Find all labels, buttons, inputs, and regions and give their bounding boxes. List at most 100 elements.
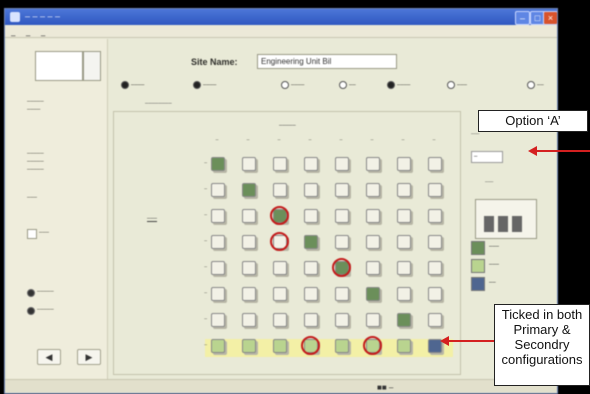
config-checkbox[interactable] [428, 235, 442, 249]
config-checkbox[interactable] [366, 183, 380, 197]
title-bar: – – – – – – □ × [5, 9, 557, 25]
radio-option[interactable] [27, 307, 35, 315]
config-checkbox[interactable] [428, 157, 442, 171]
group-label: ––– [147, 216, 158, 222]
preview-box [475, 199, 537, 239]
close-icon[interactable]: × [543, 11, 557, 25]
legend-secondary-swatch [471, 259, 485, 273]
left-panel-line: ––– [39, 230, 50, 236]
config-checkbox[interactable] [211, 235, 225, 249]
config-checkbox[interactable] [211, 313, 225, 327]
both-ticked-arrowhead [440, 336, 449, 346]
forward-button[interactable]: ▶ [77, 349, 101, 365]
config-checkbox[interactable] [242, 183, 256, 197]
list-box[interactable] [35, 51, 83, 81]
scroll-box[interactable] [83, 51, 101, 81]
config-checkbox[interactable] [211, 339, 225, 353]
config-checkbox[interactable] [366, 313, 380, 327]
config-checkbox[interactable] [428, 261, 442, 275]
config-checkbox[interactable] [397, 261, 411, 275]
column-label: – [339, 137, 343, 143]
mode-radio[interactable]: –––– [387, 81, 410, 89]
config-checkbox[interactable] [397, 209, 411, 223]
minimize-icon[interactable]: – [515, 11, 530, 25]
config-checkbox[interactable] [273, 287, 287, 301]
config-checkbox[interactable] [335, 209, 349, 223]
config-checkbox[interactable] [211, 261, 225, 275]
config-checkbox[interactable] [273, 339, 287, 353]
config-checkbox[interactable] [242, 339, 256, 353]
config-checkbox[interactable] [428, 209, 442, 223]
config-checkbox[interactable] [211, 287, 225, 301]
mode-radio[interactable]: –– [527, 81, 544, 89]
row-label: – [204, 238, 207, 244]
config-checkbox[interactable] [304, 287, 318, 301]
checkbox[interactable] [27, 229, 37, 239]
config-checkbox[interactable] [428, 313, 442, 327]
config-checkbox[interactable] [366, 261, 380, 275]
config-checkbox[interactable] [304, 209, 318, 223]
config-checkbox[interactable] [273, 261, 287, 275]
config-checkbox[interactable] [304, 313, 318, 327]
site-name-field[interactable]: Engineering Unit Bil [257, 54, 397, 69]
config-checkbox[interactable] [242, 287, 256, 301]
window-title: – – – – – [25, 11, 61, 21]
config-checkbox[interactable] [335, 157, 349, 171]
config-checkbox[interactable] [211, 183, 225, 197]
callout-line: Ticked in both [501, 307, 583, 322]
config-checkbox[interactable] [273, 183, 287, 197]
callout-line: Primary & [513, 322, 571, 337]
config-checkbox[interactable] [335, 339, 349, 353]
config-checkbox[interactable] [304, 261, 318, 275]
config-checkbox[interactable] [397, 183, 411, 197]
config-checkbox[interactable] [211, 209, 225, 223]
config-checkbox[interactable] [366, 157, 380, 171]
column-label: – [370, 137, 374, 143]
app-icon [10, 12, 20, 22]
config-checkbox[interactable] [366, 209, 380, 223]
config-checkbox[interactable] [366, 287, 380, 301]
mode-radio[interactable]: –––– [193, 81, 216, 89]
config-checkbox[interactable] [304, 235, 318, 249]
config-checkbox[interactable] [335, 287, 349, 301]
mode-radio[interactable]: –––– [281, 81, 304, 89]
config-checkbox[interactable] [242, 235, 256, 249]
config-checkbox[interactable] [397, 235, 411, 249]
config-checkbox[interactable] [273, 313, 287, 327]
bottom-buttons[interactable]: ■■ – [377, 383, 393, 392]
option-select[interactable]: – [471, 151, 503, 163]
mode-radio[interactable]: –– [339, 81, 356, 89]
config-checkbox[interactable] [397, 287, 411, 301]
callout-line: Secondry [514, 337, 570, 352]
both-ticked-arrow [448, 340, 494, 342]
config-checkbox[interactable] [242, 157, 256, 171]
back-button[interactable]: ◀ [37, 349, 61, 365]
config-checkbox[interactable] [397, 157, 411, 171]
config-checkbox[interactable] [304, 157, 318, 171]
preview-bar [512, 216, 522, 232]
config-checkbox[interactable] [211, 157, 225, 171]
config-checkbox[interactable] [242, 261, 256, 275]
config-checkbox[interactable] [397, 339, 411, 353]
config-checkbox[interactable] [242, 313, 256, 327]
config-checkbox[interactable] [335, 313, 349, 327]
section-label: –––––––– [145, 101, 172, 107]
option-a-arrow [536, 150, 590, 152]
config-checkbox[interactable] [428, 183, 442, 197]
radio-option[interactable] [27, 289, 35, 297]
mode-radio[interactable]: –––– [121, 81, 144, 89]
mode-radio[interactable]: ––– [447, 81, 467, 89]
config-checkbox[interactable] [242, 209, 256, 223]
config-checkbox[interactable] [335, 183, 349, 197]
config-checkbox[interactable] [304, 183, 318, 197]
config-checkbox[interactable] [428, 287, 442, 301]
left-panel-line: ––––– [37, 289, 54, 295]
mode-radio-row: –––– –––– –––– –– –––– ––– –– [117, 81, 557, 93]
config-checkbox[interactable] [366, 235, 380, 249]
config-checkbox[interactable] [397, 313, 411, 327]
config-checkbox[interactable] [273, 157, 287, 171]
config-checkbox[interactable] [335, 235, 349, 249]
site-name-label: Site Name: [191, 57, 238, 67]
row-label: – [204, 186, 207, 192]
column-label: – [432, 137, 436, 143]
